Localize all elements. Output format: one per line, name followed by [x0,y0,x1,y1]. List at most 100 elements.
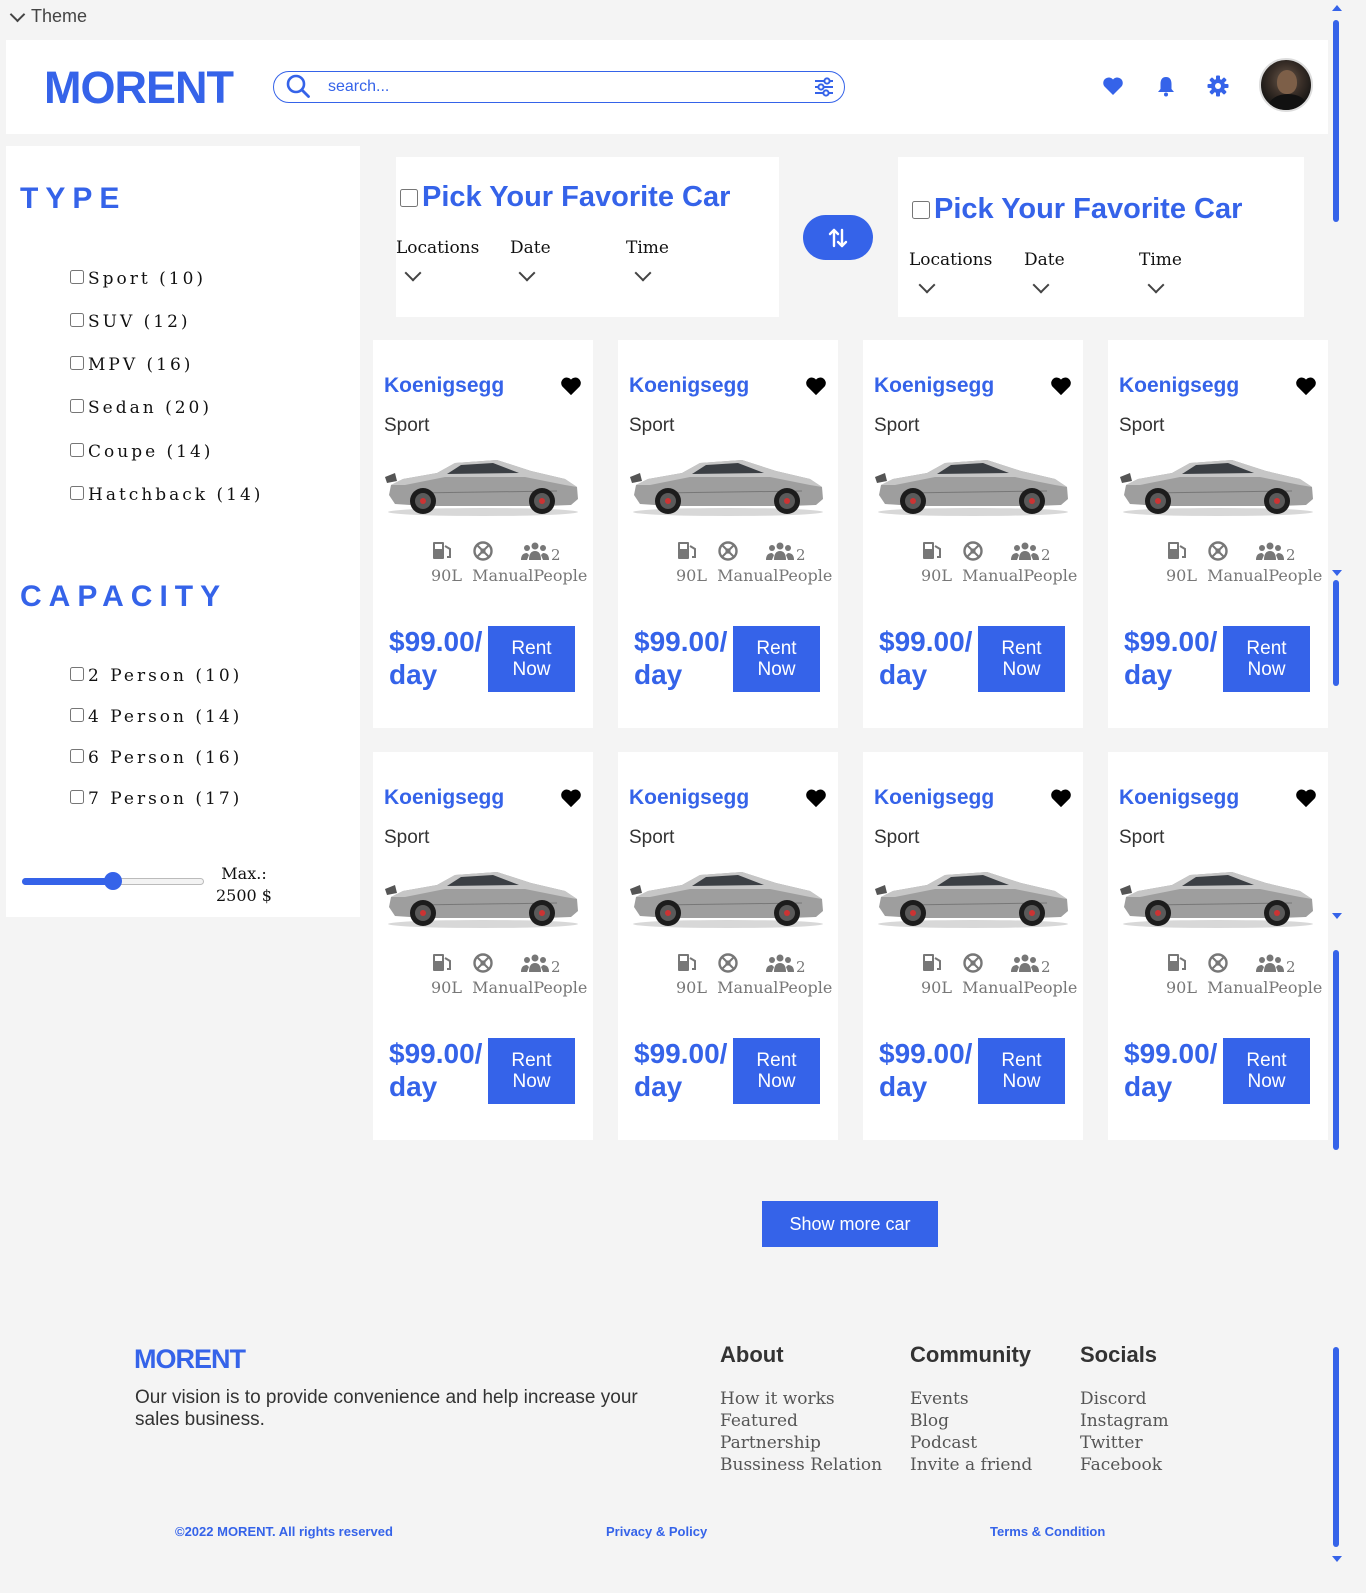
footer-link[interactable]: Podcast [910,1432,1032,1454]
capacity-checkbox[interactable] [70,667,84,681]
type-checkbox[interactable] [70,486,84,500]
capacity-option-7[interactable]: 7 Person (17) [70,789,242,809]
car-image[interactable] [1120,867,1316,929]
favorite-heart-icon[interactable] [805,788,827,808]
footer-link[interactable]: Bussiness Relation [720,1454,882,1476]
filter-icon[interactable] [814,77,834,97]
slider-thumb[interactable] [104,872,122,890]
bell-icon[interactable] [1154,74,1178,98]
chevron-down-icon[interactable] [518,264,536,282]
dropoff-title[interactable]: Pick Your Favorite Car [912,193,1242,226]
footer-link[interactable]: Twitter [1080,1432,1169,1454]
type-checkbox[interactable] [70,399,84,413]
type-checkbox[interactable] [70,270,84,284]
grid-scrollbar-1[interactable] [1333,580,1339,686]
footer-link[interactable]: Partnership [720,1432,882,1454]
swap-button[interactable] [803,215,873,260]
type-checkbox[interactable] [70,313,84,327]
rent-now-button[interactable]: Rent Now [488,626,575,692]
car-card[interactable]: Koenigsegg Sport 2 90L ManualPeople $99.… [863,340,1083,728]
car-card[interactable]: Koenigsegg Sport 2 90L ManualPeople $99.… [618,340,838,728]
car-name[interactable]: Koenigsegg [629,786,749,810]
footer-link[interactable]: Blog [910,1410,1032,1432]
pickup-title[interactable]: Pick Your Favorite Car [400,181,730,214]
theme-toggle[interactable]: Theme [9,6,87,27]
footer-link[interactable]: How it works [720,1388,882,1410]
type-option-coupe[interactable]: Coupe (14) [70,442,213,462]
gear-icon[interactable] [1206,74,1230,98]
rent-now-button[interactable]: Rent Now [488,1038,575,1104]
car-image[interactable] [385,455,581,517]
car-image[interactable] [875,455,1071,517]
car-name[interactable]: Koenigsegg [629,374,749,398]
scroll-down-arrow-icon[interactable] [1332,913,1342,919]
price-slider[interactable] [22,872,204,890]
capacity-option-4[interactable]: 4 Person (14) [70,707,242,727]
capacity-checkbox[interactable] [70,749,84,763]
type-option-sport[interactable]: Sport (10) [70,269,206,289]
type-option-hatchback[interactable]: Hatchback (14) [70,485,263,505]
chevron-down-icon[interactable] [634,264,652,282]
rent-now-button[interactable]: Rent Now [978,1038,1065,1104]
footer-link[interactable]: Facebook [1080,1454,1169,1476]
dropoff-checkbox[interactable] [912,200,930,219]
capacity-checkbox[interactable] [70,708,84,722]
capacity-option-6[interactable]: 6 Person (16) [70,748,242,768]
favorite-heart-icon[interactable] [560,376,582,396]
type-checkbox[interactable] [70,356,84,370]
privacy-policy-link[interactable]: Privacy & Policy [606,1524,707,1539]
favorite-heart-icon[interactable] [1050,788,1072,808]
avatar[interactable] [1259,58,1313,112]
car-card[interactable]: Koenigsegg Sport 2 90L ManualPeople $99.… [1108,340,1328,728]
footer-logo[interactable]: MORENT [134,1344,246,1375]
rent-now-button[interactable]: Rent Now [733,626,820,692]
favorite-heart-icon[interactable] [1295,788,1317,808]
scroll-up-arrow-icon[interactable] [1332,5,1342,11]
scroll-down-arrow-icon[interactable] [1332,1556,1342,1562]
rent-now-button[interactable]: Rent Now [1223,1038,1310,1104]
type-checkbox[interactable] [70,443,84,457]
footer-link[interactable]: Featured [720,1410,882,1432]
search-bar[interactable] [273,71,845,103]
pickup-checkbox[interactable] [400,188,418,207]
car-card[interactable]: Koenigsegg Sport 2 90L ManualPeople $99.… [863,752,1083,1140]
car-image[interactable] [630,867,826,929]
search-input[interactable] [328,75,798,99]
favorite-heart-icon[interactable] [1050,376,1072,396]
favorite-heart-icon[interactable] [560,788,582,808]
rent-now-button[interactable]: Rent Now [978,626,1065,692]
chevron-down-icon[interactable] [404,264,422,282]
heart-icon[interactable] [1101,74,1125,98]
footer-link[interactable]: Invite a friend [910,1454,1032,1476]
car-name[interactable]: Koenigsegg [874,374,994,398]
capacity-checkbox[interactable] [70,790,84,804]
car-image[interactable] [1120,455,1316,517]
footer-link[interactable]: Discord [1080,1388,1169,1410]
scroll-down-arrow-icon[interactable] [1332,570,1342,576]
search-icon[interactable] [286,74,310,98]
grid-scrollbar-2[interactable] [1333,950,1339,1150]
car-name[interactable]: Koenigsegg [1119,374,1239,398]
footer-link[interactable]: Instagram [1080,1410,1169,1432]
show-more-button[interactable]: Show more car [762,1201,938,1247]
car-image[interactable] [875,867,1071,929]
rent-now-button[interactable]: Rent Now [733,1038,820,1104]
chevron-down-icon[interactable] [1147,276,1165,294]
type-option-sedan[interactable]: Sedan (20) [70,398,212,418]
page-scrollbar[interactable] [1333,20,1339,222]
terms-condition-link[interactable]: Terms & Condition [990,1524,1105,1539]
car-image[interactable] [630,455,826,517]
car-name[interactable]: Koenigsegg [384,374,504,398]
favorite-heart-icon[interactable] [805,376,827,396]
footer-link[interactable]: Events [910,1388,1032,1410]
rent-now-button[interactable]: Rent Now [1223,626,1310,692]
car-card[interactable]: Koenigsegg Sport 2 90L ManualPeople $99.… [373,752,593,1140]
logo[interactable]: MORENT [44,62,234,114]
favorite-heart-icon[interactable] [1295,376,1317,396]
car-card[interactable]: Koenigsegg Sport 2 90L ManualPeople $99.… [618,752,838,1140]
type-option-mpv[interactable]: MPV (16) [70,355,193,375]
car-name[interactable]: Koenigsegg [874,786,994,810]
capacity-option-2[interactable]: 2 Person (10) [70,666,242,686]
car-image[interactable] [385,867,581,929]
chevron-down-icon[interactable] [1032,276,1050,294]
